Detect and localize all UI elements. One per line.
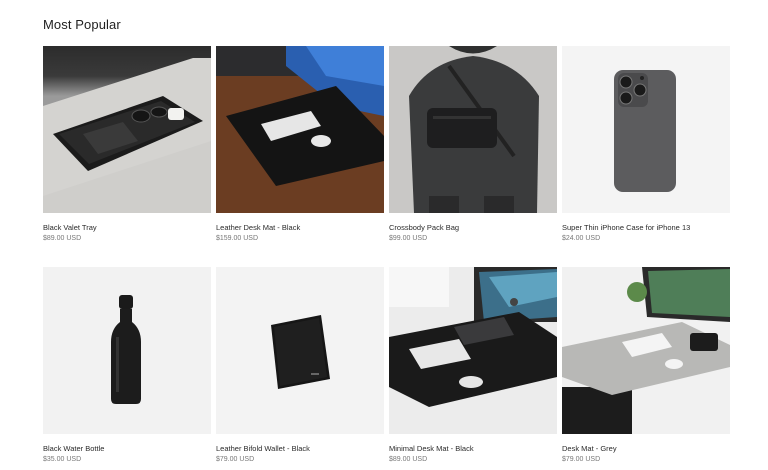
product-name[interactable]: Leather Bifold Wallet - Black bbox=[216, 444, 310, 453]
product-price: $99.00 USD bbox=[389, 235, 428, 242]
product-price: $79.00 USD bbox=[562, 456, 601, 463]
product-name[interactable]: Desk Mat - Grey bbox=[562, 444, 617, 453]
product-image-leather-desk-mat[interactable] bbox=[216, 46, 384, 213]
product-image-valet-tray[interactable] bbox=[43, 46, 211, 213]
product-card-iphone-case[interactable]: Super Thin iPhone Case for iPhone 13 $24… bbox=[562, 46, 730, 242]
product-price: $89.00 USD bbox=[43, 235, 82, 242]
product-price: $159.00 USD bbox=[216, 235, 259, 242]
product-name[interactable]: Leather Desk Mat - Black bbox=[216, 223, 300, 232]
product-card-minimal-desk-mat[interactable]: Minimal Desk Mat - Black $89.00 USD bbox=[389, 267, 557, 463]
product-card-grey-desk-mat[interactable]: Desk Mat - Grey $79.00 USD bbox=[562, 267, 730, 463]
product-name[interactable]: Black Water Bottle bbox=[43, 444, 104, 453]
product-card-bifold-wallet[interactable]: Leather Bifold Wallet - Black $79.00 USD bbox=[216, 267, 384, 463]
product-name[interactable]: Minimal Desk Mat - Black bbox=[389, 444, 474, 453]
product-name[interactable]: Crossbody Pack Bag bbox=[389, 223, 459, 232]
product-name[interactable]: Super Thin iPhone Case for iPhone 13 bbox=[562, 223, 690, 232]
product-price: $89.00 USD bbox=[389, 456, 428, 463]
product-image-minimal-desk-mat[interactable] bbox=[389, 267, 557, 434]
product-image-bifold-wallet[interactable] bbox=[216, 267, 384, 434]
product-card-crossbody-bag[interactable]: Crossbody Pack Bag $99.00 USD bbox=[389, 46, 557, 242]
product-card-valet-tray[interactable]: Black Valet Tray $89.00 USD bbox=[43, 46, 211, 242]
product-image-grey-desk-mat[interactable] bbox=[562, 267, 730, 434]
product-price: $79.00 USD bbox=[216, 456, 255, 463]
product-image-iphone-case[interactable] bbox=[562, 46, 730, 213]
section-title: Most Popular bbox=[43, 17, 121, 32]
product-card-leather-desk-mat[interactable]: Leather Desk Mat - Black $159.00 USD bbox=[216, 46, 384, 242]
product-image-water-bottle[interactable] bbox=[43, 267, 211, 434]
product-price: $24.00 USD bbox=[562, 235, 601, 242]
product-name[interactable]: Black Valet Tray bbox=[43, 223, 97, 232]
product-card-water-bottle[interactable]: Black Water Bottle $35.00 USD bbox=[43, 267, 211, 463]
product-image-crossbody-bag[interactable] bbox=[389, 46, 557, 213]
product-price: $35.00 USD bbox=[43, 456, 82, 463]
